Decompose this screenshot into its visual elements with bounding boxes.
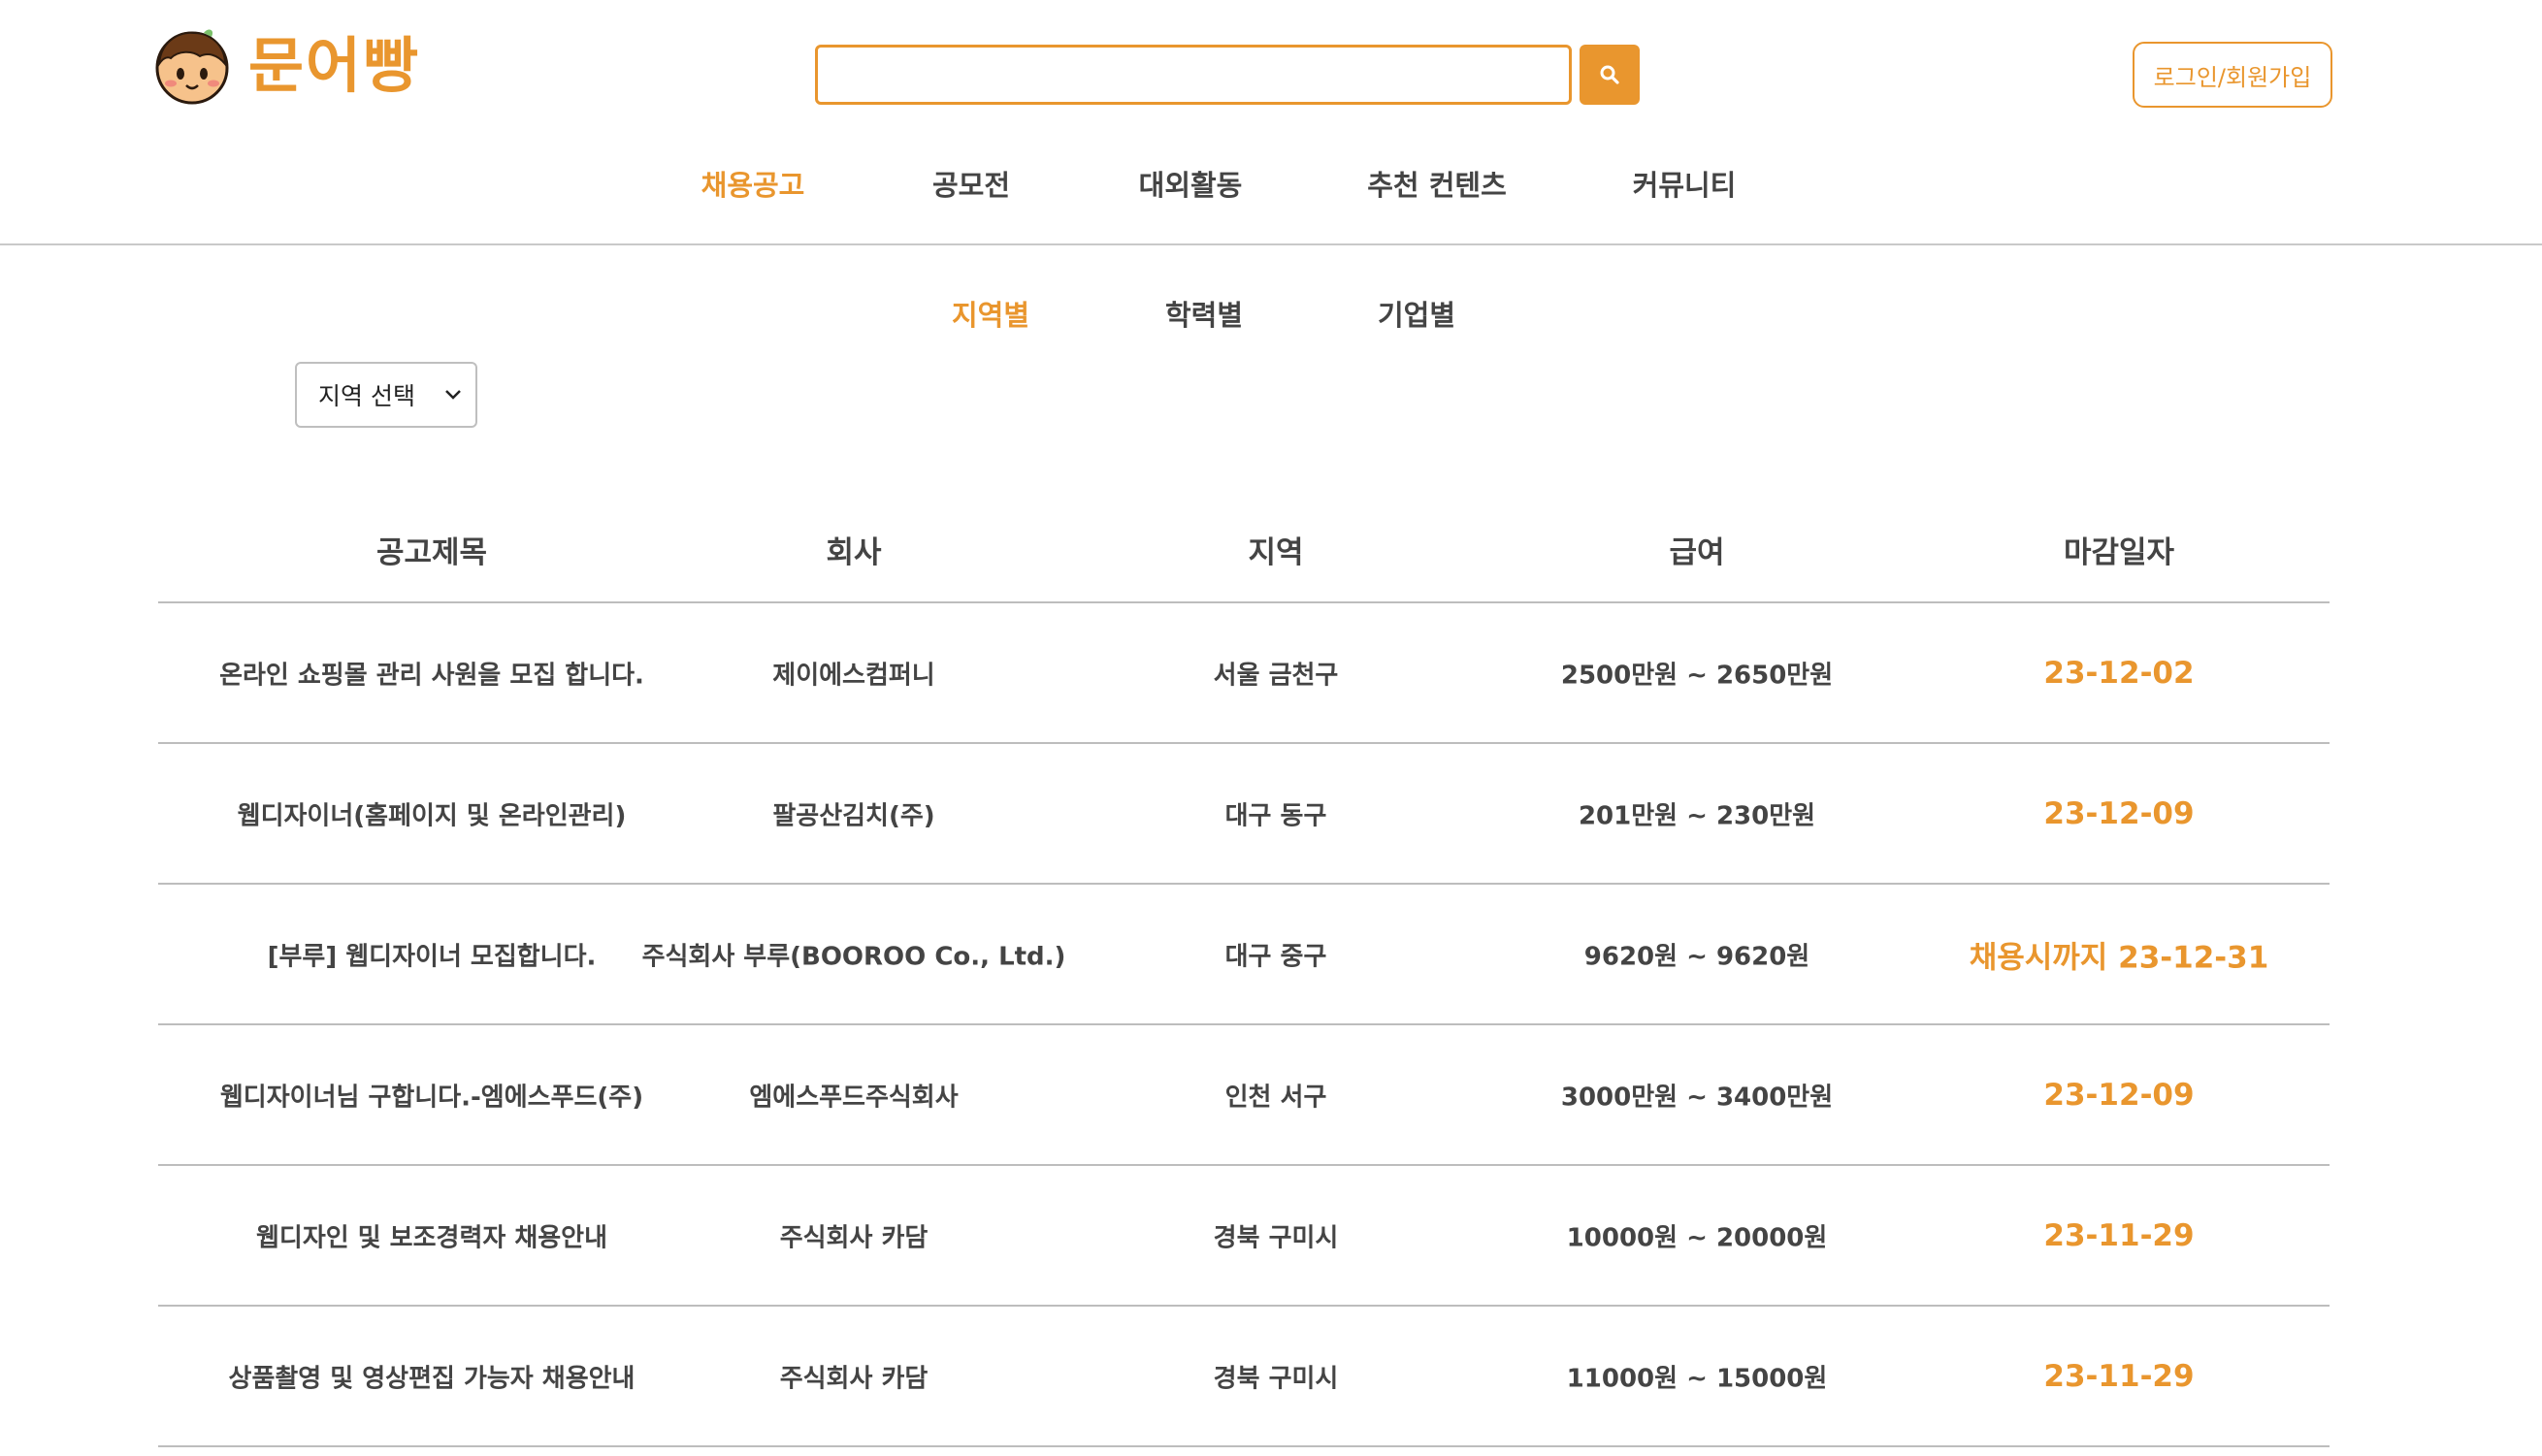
company-name: 엠에스푸드주식회사 bbox=[749, 1083, 959, 1112]
deadline: 23-11-29 bbox=[2043, 1217, 2195, 1253]
login-signup-button[interactable]: 로그인/회원가입 bbox=[2133, 42, 2332, 108]
region: 경북 구미시 bbox=[1213, 1223, 1339, 1252]
salary: 10000원 ~ 20000원 bbox=[1566, 1223, 1828, 1252]
search-input[interactable] bbox=[815, 45, 1572, 105]
salary: 2500만원 ~ 2650만원 bbox=[1560, 661, 1834, 690]
job-title[interactable]: 웹디자인 및 보조경력자 채용안내 bbox=[256, 1217, 607, 1253]
table-row[interactable]: 웹디자이너님 구합니다.-엠에스푸드(주) 엠에스푸드주식회사 인천 서구 30… bbox=[158, 1025, 2330, 1166]
sub-nav: 지역별 학력별 기업별 bbox=[0, 293, 2542, 338]
takoyaki-mascot-icon bbox=[155, 29, 229, 105]
nav-item-recommended[interactable]: 추천 컨텐츠 bbox=[1367, 163, 1507, 204]
header-deadline: 마감일자 bbox=[2063, 535, 2175, 570]
company-name: 제이에스컴퍼니 bbox=[772, 661, 935, 690]
tab-by-region[interactable]: 지역별 bbox=[952, 293, 1029, 334]
table-header: 공고제목 회사 지역 급여 마감일자 bbox=[158, 514, 2330, 603]
job-title[interactable]: 웹디자이너님 구합니다.-엠에스푸드(주) bbox=[220, 1077, 643, 1113]
region: 인천 서구 bbox=[1224, 1083, 1327, 1112]
job-title[interactable]: 웹디자이너(홈페이지 및 온라인관리) bbox=[238, 795, 627, 831]
company-name: 주식회사 카담 bbox=[779, 1364, 929, 1393]
header-company: 회사 bbox=[826, 535, 882, 570]
table-row[interactable]: 웹디자이너(홈페이지 및 온라인관리) 팔공산김치(주) 대구 동구 201만원… bbox=[158, 744, 2330, 885]
main-nav: 채용공고 공모전 대외활동 추천 컨텐츠 커뮤니티 bbox=[0, 163, 2542, 213]
tab-by-education[interactable]: 학력별 bbox=[1165, 293, 1243, 334]
deadline: 23-11-29 bbox=[2043, 1358, 2195, 1394]
site-header: 문어빵 로그인/회원가입 채용공고 공모전 대외활동 추천 컨텐츠 커뮤니티 bbox=[0, 0, 2542, 245]
company-name: 팔공산김치(주) bbox=[772, 801, 935, 830]
region-select[interactable]: 지역 선택 bbox=[295, 362, 477, 428]
region-select-value: 지역 선택 bbox=[318, 382, 415, 410]
job-title[interactable]: 온라인 쇼핑몰 관리 사원을 모집 합니다. bbox=[219, 655, 644, 691]
table-row[interactable]: 상품촬영 및 영상편집 가능자 채용안내 주식회사 카담 경북 구미시 1100… bbox=[158, 1307, 2330, 1447]
nav-item-community[interactable]: 커뮤니티 bbox=[1633, 163, 1737, 204]
deadline: 23-12-02 bbox=[2043, 655, 2195, 691]
salary: 9620원 ~ 9620원 bbox=[1583, 942, 1810, 971]
salary: 3000만원 ~ 3400만원 bbox=[1560, 1083, 1834, 1112]
deadline: 채용시까지 23-12-31 bbox=[1969, 940, 2269, 975]
nav-item-contests[interactable]: 공모전 bbox=[932, 163, 1010, 204]
company-name: 주식회사 카담 bbox=[779, 1223, 929, 1252]
salary: 11000원 ~ 15000원 bbox=[1566, 1364, 1828, 1393]
brand-name: 문어빵 bbox=[248, 30, 421, 101]
job-table: 공고제목 회사 지역 급여 마감일자 온라인 쇼핑몰 관리 사원을 모집 합니다… bbox=[158, 514, 2330, 1447]
header-title: 공고제목 bbox=[375, 535, 488, 570]
table-row[interactable]: 웹디자인 및 보조경력자 채용안내 주식회사 카담 경북 구미시 10000원 … bbox=[158, 1166, 2330, 1307]
job-title[interactable]: 상품촬영 및 영상편집 가능자 채용안내 bbox=[229, 1358, 636, 1394]
salary: 201만원 ~ 230만원 bbox=[1578, 801, 1816, 830]
chevron-down-icon bbox=[445, 390, 461, 400]
region: 서울 금천구 bbox=[1213, 661, 1339, 690]
logo[interactable]: 문어빵 bbox=[153, 27, 420, 105]
job-title[interactable]: [부루] 웹디자이너 모집합니다. bbox=[268, 936, 597, 972]
region: 대구 중구 bbox=[1224, 942, 1327, 971]
company-name: 주식회사 부루(BOOROO Co., Ltd.) bbox=[641, 942, 1066, 971]
search-icon bbox=[1600, 65, 1619, 84]
nav-item-jobs[interactable]: 채용공고 bbox=[701, 163, 805, 204]
search-button[interactable] bbox=[1580, 45, 1640, 105]
table-row[interactable]: [부루] 웹디자이너 모집합니다. 주식회사 부루(BOOROO Co., Lt… bbox=[158, 885, 2330, 1025]
deadline: 23-12-09 bbox=[2043, 795, 2195, 831]
header-region: 지역 bbox=[1248, 535, 1304, 570]
region: 경북 구미시 bbox=[1213, 1364, 1339, 1393]
region: 대구 동구 bbox=[1224, 801, 1327, 830]
tab-by-company[interactable]: 기업별 bbox=[1378, 293, 1455, 334]
header-salary: 급여 bbox=[1669, 535, 1725, 570]
nav-item-activities[interactable]: 대외활동 bbox=[1139, 163, 1243, 204]
deadline: 23-12-09 bbox=[2043, 1077, 2195, 1113]
table-row[interactable]: 온라인 쇼핑몰 관리 사원을 모집 합니다. 제이에스컴퍼니 서울 금천구 25… bbox=[158, 603, 2330, 744]
